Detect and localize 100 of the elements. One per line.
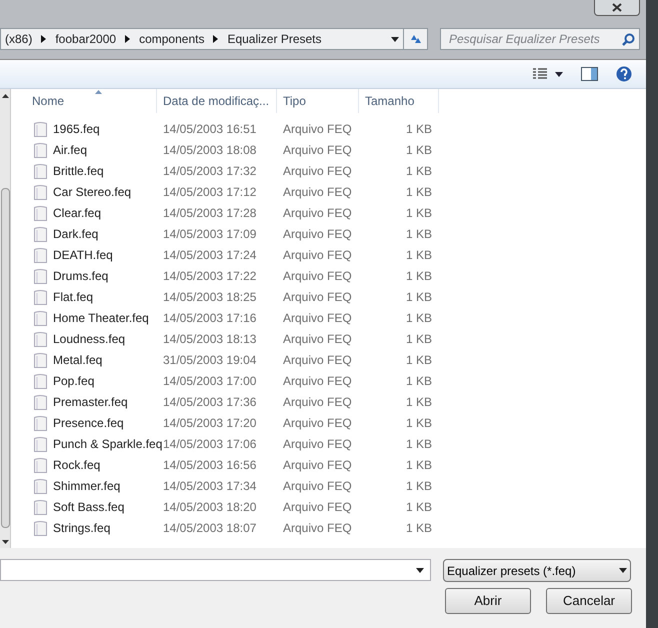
- file-name[interactable]: Presence.feq: [53, 414, 124, 432]
- file-name[interactable]: 1965.feq: [53, 120, 100, 138]
- size-cell-text: 1 KB: [404, 226, 432, 242]
- breadcrumb-item[interactable]: foobar2000: [55, 30, 116, 48]
- type-cell-text: Arquivo FEQ: [282, 394, 353, 410]
- column-header[interactable]: Nome: [11, 89, 157, 113]
- file-name[interactable]: Pop.feq: [53, 372, 94, 390]
- type-cell-text: Arquivo FEQ: [282, 184, 353, 200]
- type-cell-text: Arquivo FEQ: [282, 436, 353, 452]
- caret-icon[interactable]: [555, 72, 563, 76]
- type-cell-text: Arquivo FEQ: [282, 226, 353, 242]
- file-icon: [33, 162, 48, 178]
- dropdown-icon[interactable]: [416, 568, 424, 572]
- file-icon: [33, 288, 48, 304]
- size-cell-text: 1 KB: [404, 520, 432, 536]
- file-name[interactable]: Metal.feq: [53, 350, 102, 368]
- column-header[interactable]: Tipo: [277, 89, 359, 113]
- column-header[interactable]: Tamanho: [359, 89, 439, 113]
- file-icon: [33, 414, 48, 430]
- file-name[interactable]: Clear.feq: [53, 204, 102, 222]
- type-cell-text: Arquivo FEQ: [282, 310, 353, 326]
- file-icon: [33, 120, 48, 136]
- file-name[interactable]: Air.feq: [53, 140, 88, 158]
- breadcrumb-item[interactable]: (x86): [5, 30, 32, 48]
- file-icon: [33, 520, 48, 536]
- file-icon: [33, 478, 48, 494]
- chevron-icon[interactable]: [213, 35, 218, 43]
- preview-pane-icon[interactable]: [581, 67, 598, 81]
- date-cell-text: 14/05/2003 17:24: [162, 246, 258, 264]
- size-cell-text: 1 KB: [404, 330, 432, 348]
- date-cell-text: 14/05/2003 16:56: [162, 456, 258, 474]
- file-name[interactable]: Soft Bass.feq: [53, 498, 124, 516]
- close-button[interactable]: [594, 0, 640, 16]
- type-cell-text: Arquivo FEQ: [282, 498, 353, 516]
- file-name[interactable]: Loudness.feq: [53, 330, 126, 348]
- type-cell-text: Arquivo FEQ: [282, 478, 353, 494]
- file-name[interactable]: Premaster.feq: [53, 392, 128, 410]
- date-cell-text: 14/05/2003 18:13: [162, 330, 258, 348]
- chevron-icon[interactable]: [41, 35, 46, 43]
- search-field[interactable]: Pesquisar Equalizer Presets: [440, 28, 640, 50]
- type-cell-text: Arquivo FEQ: [282, 204, 353, 222]
- view-list-icon[interactable]: [533, 68, 547, 80]
- date-cell-text: 14/05/2003 16:51: [162, 120, 258, 138]
- type-cell-text: Arquivo FEQ: [282, 246, 353, 264]
- file-type-dropdown[interactable]: Equalizer presets (*.feq): [443, 559, 631, 582]
- file-icon: [33, 184, 48, 200]
- scrollbar[interactable]: [0, 89, 11, 548]
- type-cell-text: Arquivo FEQ: [282, 352, 353, 368]
- type-cell-text: Arquivo FEQ: [282, 120, 353, 138]
- close-icon: [612, 3, 622, 12]
- type-cell-text: Arquivo FEQ: [282, 414, 353, 432]
- file-name[interactable]: Strings.feq: [53, 518, 110, 536]
- file-name[interactable]: Brittle.feq: [53, 162, 104, 180]
- file-icon: [33, 394, 48, 410]
- dropdown-icon[interactable]: [619, 568, 627, 573]
- size-cell-text: 1 KB: [404, 372, 432, 390]
- size-cell-text: 1 KB: [404, 436, 432, 452]
- file-name[interactable]: Shimmer.feq: [53, 476, 120, 494]
- address-bar[interactable]: (x86) foobar2000 components Equalizer Presets: [0, 28, 428, 50]
- size-cell-text: 1 KB: [404, 246, 432, 264]
- file-name[interactable]: Rock.feq: [53, 456, 100, 474]
- type-cell-text: Arquivo FEQ: [282, 456, 353, 474]
- file-icon: [33, 498, 48, 514]
- size-cell-text: 1 KB: [404, 352, 432, 368]
- search-icon[interactable]: [622, 32, 635, 46]
- file-name[interactable]: Flat.feq: [53, 288, 94, 306]
- scroll-up-icon[interactable]: [2, 94, 8, 98]
- file-name[interactable]: Car Stereo.feq: [53, 182, 132, 200]
- column-header[interactable]: Data de modificaç...: [157, 89, 277, 113]
- date-cell-text: 14/05/2003 17:12: [162, 184, 258, 200]
- help-icon[interactable]: [616, 66, 632, 82]
- dialog-button[interactable]: Cancelar: [546, 588, 632, 614]
- file-name[interactable]: Drums.feq: [53, 266, 108, 284]
- file-icon: [33, 456, 48, 472]
- chevron-icon[interactable]: [125, 35, 130, 43]
- file-icon: [33, 142, 48, 158]
- date-cell-text: 14/05/2003 18:07: [162, 520, 258, 536]
- breadcrumb-item[interactable]: Equalizer Presets: [227, 30, 322, 48]
- file-icon: [33, 372, 48, 388]
- size-cell-text: 1 KB: [404, 268, 432, 284]
- size-cell-text: 1 KB: [404, 288, 432, 306]
- file-name[interactable]: Home Theater.feq: [53, 308, 149, 326]
- dialog-button[interactable]: Abrir: [445, 588, 531, 614]
- file-icon: [33, 310, 48, 326]
- scroll-down-icon[interactable]: [2, 540, 8, 544]
- file-icon: [33, 436, 48, 452]
- date-cell-text: 14/05/2003 17:09: [162, 226, 258, 242]
- date-cell-text: 14/05/2003 18:08: [162, 142, 258, 158]
- file-name[interactable]: DEATH.feq: [53, 246, 113, 264]
- size-cell-text: 1 KB: [404, 310, 432, 326]
- date-cell-text: 31/05/2003 19:04: [162, 352, 258, 368]
- size-cell-text: 1 KB: [404, 414, 432, 432]
- size-cell-text: 1 KB: [404, 184, 432, 200]
- breadcrumb-item[interactable]: components: [139, 30, 204, 48]
- date-cell-text: 14/05/2003 17:34: [162, 478, 258, 494]
- file-name[interactable]: Punch & Sparkle.feq: [53, 434, 162, 452]
- dropdown-icon[interactable]: [391, 36, 399, 42]
- date-cell-text: 14/05/2003 17:32: [162, 162, 258, 180]
- date-cell-text: 14/05/2003 17:16: [162, 310, 258, 326]
- file-name[interactable]: Dark.feq: [53, 224, 98, 242]
